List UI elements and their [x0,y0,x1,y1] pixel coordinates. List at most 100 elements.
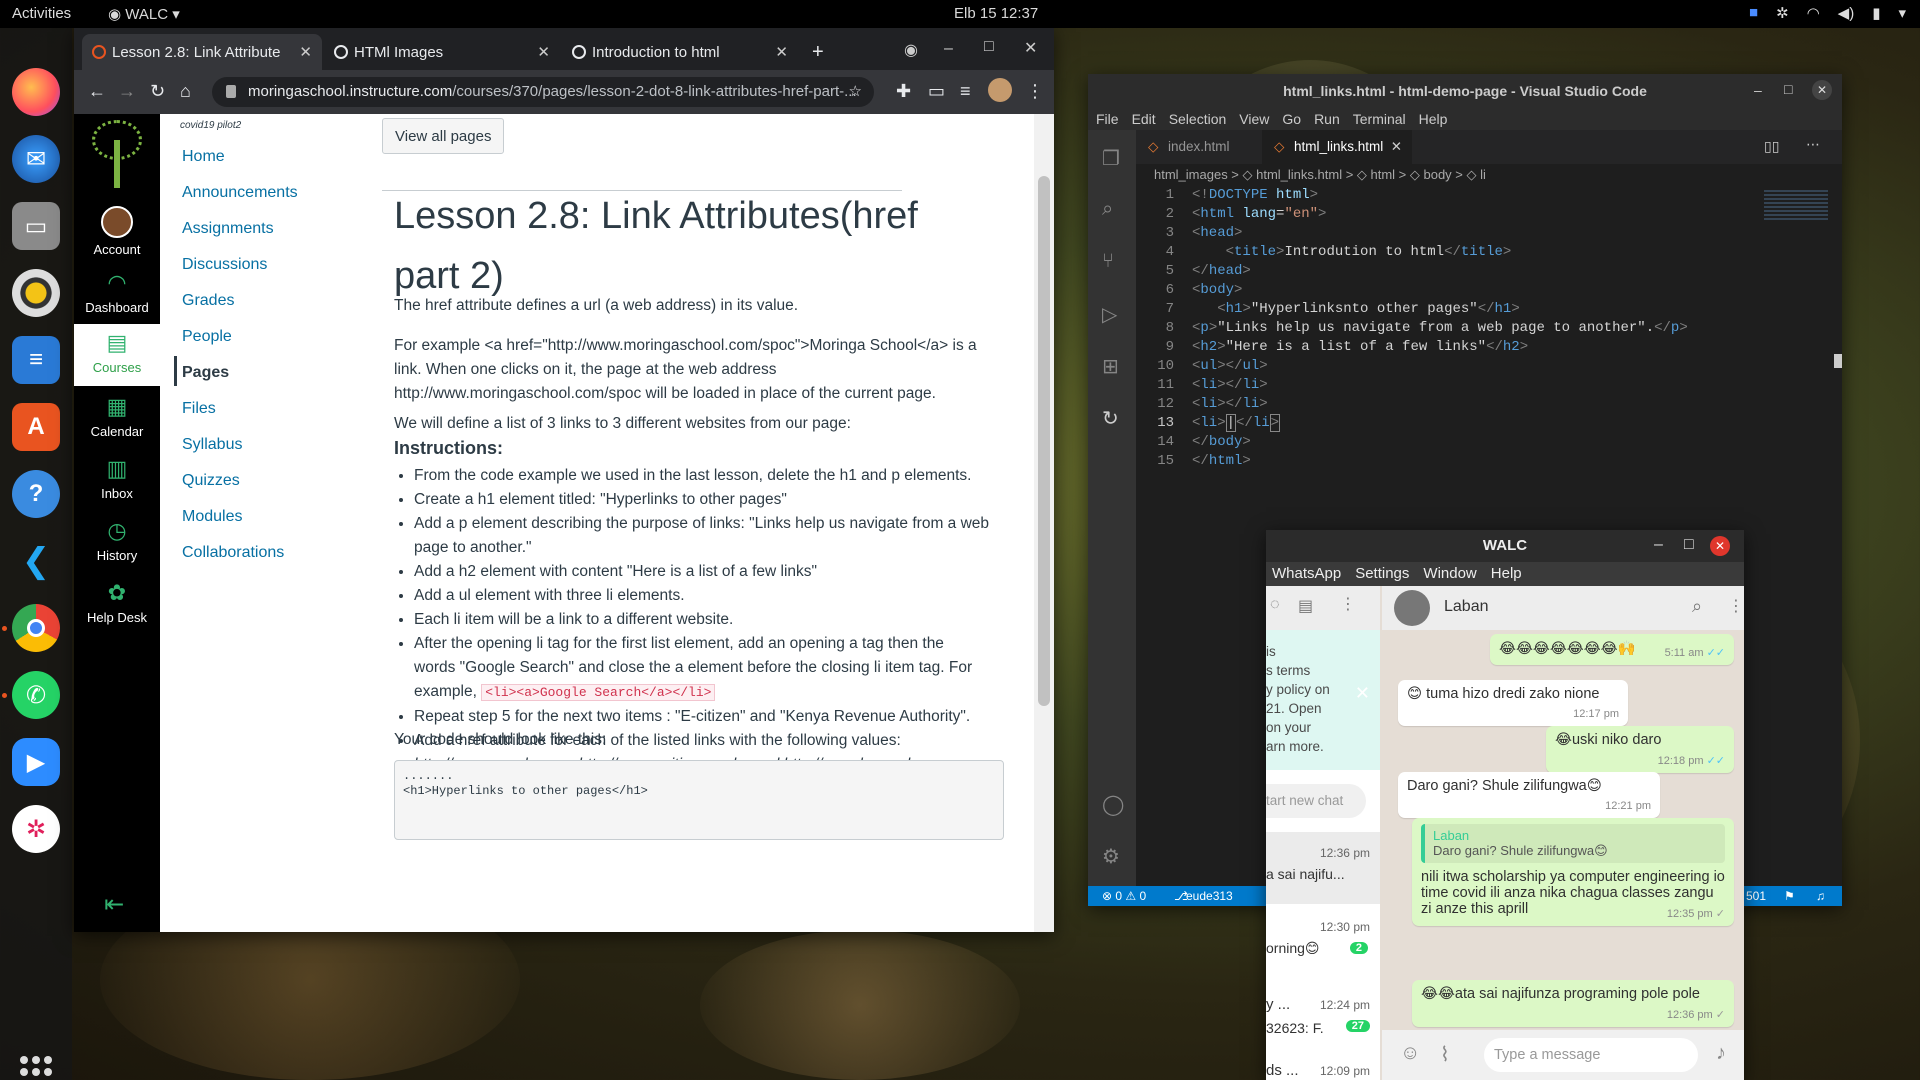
maximize-icon[interactable]: □ [1684,536,1694,554]
contact-avatar[interactable] [1394,590,1430,626]
live-share-icon[interactable]: ↻ [1102,406,1119,431]
course-nav-quizzes[interactable]: Quizzes [182,472,240,490]
whatsapp-dock-icon[interactable]: ✆ [12,671,60,719]
close-tab-icon[interactable]: ✕ [775,43,788,61]
extensions-icon[interactable]: ⊞ [1102,354,1119,379]
privacy-notice[interactable]: is s terms y policy on 21. Open on your … [1266,630,1380,770]
reading-list-icon[interactable]: ≡ [960,81,971,102]
more-actions-icon[interactable]: ⋯ [1806,136,1820,153]
close-tab-icon[interactable]: ✕ [1391,130,1402,164]
forward-icon[interactable]: → [118,81,136,102]
close-window-icon[interactable]: ✕ [1812,80,1832,100]
slack-tray-icon[interactable]: ✲ [1776,4,1789,22]
menu-go[interactable]: Go [1282,108,1301,130]
course-nav-people[interactable]: People [182,328,232,346]
explorer-icon[interactable]: ❐ [1102,146,1120,171]
libreoffice-writer-icon[interactable]: ≡ [12,336,60,384]
close-window-icon[interactable]: ✕ [1024,38,1037,58]
address-bar[interactable]: moringaschool.instructure.com/courses/37… [212,77,874,107]
feedback-icon[interactable]: ⚑ [1784,886,1795,906]
contact-name[interactable]: Laban [1444,598,1489,616]
app-menu[interactable]: ◉ WALC ▾ [108,5,180,23]
chat-list-item[interactable]: 12:30 pm orning😊 2 [1266,908,1380,980]
message-outgoing[interactable]: 😂😂ata sai najifunza programing pole pole… [1412,980,1734,1027]
course-nav-collaborations[interactable]: Collaborations [182,544,284,562]
close-notice-icon[interactable]: ✕ [1355,684,1370,703]
zoom-icon[interactable]: ▶ [12,738,60,786]
minimize-icon[interactable]: – [1654,536,1663,554]
cast-icon[interactable]: ▭ [928,81,945,102]
split-editor-icon[interactable]: ▯▯ [1764,138,1779,155]
wifi-icon[interactable]: ◠ [1807,4,1820,22]
message-input[interactable]: Type a message [1484,1038,1698,1072]
menu-edit[interactable]: Edit [1132,108,1156,130]
nav-courses[interactable]: ▤ Courses [74,324,160,386]
bookmark-star-icon[interactable]: ☆ [849,77,862,107]
home-icon[interactable]: ⌂ [180,81,191,102]
microphone-icon[interactable]: ♪ [1716,1042,1726,1065]
activities-button[interactable]: Activities [12,5,71,22]
menu-icon[interactable]: ⋮ [1340,594,1356,614]
files-icon[interactable]: ▭ [12,202,60,250]
attach-icon[interactable]: ⌇ [1440,1042,1450,1067]
thunderbird-icon[interactable]: ✉ [12,135,60,183]
menu-window[interactable]: Window [1423,562,1476,586]
minimize-icon[interactable]: – [1754,82,1762,98]
search-icon[interactable]: ⌕ [1102,198,1113,221]
back-icon[interactable]: ← [88,81,106,102]
volume-icon[interactable]: ◀) [1838,4,1855,22]
close-tab-icon[interactable]: ✕ [299,43,312,61]
nav-history[interactable]: ◷ History [74,518,160,563]
nav-help-desk[interactable]: ✿ Help Desk [74,580,160,625]
menu-terminal[interactable]: Terminal [1353,108,1406,130]
nav-dashboard[interactable]: ◠ Dashboard [74,270,160,315]
minimap[interactable] [1764,190,1828,220]
menu-help[interactable]: Help [1491,562,1522,586]
course-nav-pages[interactable]: Pages [182,364,229,382]
menu-settings[interactable]: Settings [1355,562,1409,586]
course-nav-grades[interactable]: Grades [182,292,234,310]
course-nav-discussions[interactable]: Discussions [182,256,267,274]
new-chat-icon[interactable]: ▤ [1298,596,1313,616]
menu-help[interactable]: Help [1419,108,1448,130]
course-nav-announcements[interactable]: Announcements [182,184,298,202]
tab-lesson-2-8[interactable]: Lesson 2.8: Link Attribute ✕ [82,34,322,70]
message-incoming[interactable]: Daro gani? Shule zilifungwa😊 12:21 pm [1398,772,1660,818]
chat-list-item[interactable]: y ... 12:24 pm 32623: F. 27 [1266,984,1380,1056]
status-icon[interactable]: ◌ [1270,596,1280,614]
chrome-menu-icon[interactable]: ⋮ [1026,81,1044,102]
slack-icon[interactable]: ✲ [12,805,60,853]
view-all-pages-button[interactable]: View all pages [382,118,505,154]
help-icon[interactable]: ? [12,470,60,518]
source-control-icon[interactable]: ⑂ [1102,250,1114,273]
message-incoming[interactable]: 😊 tuma hizo dredi zako nione 12:17 pm [1398,680,1628,726]
notifications-bell-icon[interactable]: ♫ [1816,886,1825,906]
close-window-icon[interactable]: ✕ [1710,536,1730,556]
message-outgoing-reply[interactable]: Laban Daro gani? Shule zilifungwa😊 nili … [1412,818,1734,926]
message-outgoing[interactable]: 😂😂😂😂😂😂😂🙌 5:11 am ✓✓ [1490,634,1734,665]
rhythmbox-icon[interactable] [12,269,60,317]
battery-icon[interactable]: ▮ [1872,4,1880,22]
chat-list-item[interactable]: 12:36 pm a sai najifu... [1266,832,1380,904]
tab-html-images[interactable]: HTMl Images ✕ [324,34,560,70]
system-tray[interactable]: ■ ✲ ◠ ◀) ▮ ▾ [1749,4,1906,22]
course-nav-syllabus[interactable]: Syllabus [182,436,242,454]
minimize-icon[interactable]: – [944,40,953,58]
software-center-icon[interactable]: A [12,403,60,451]
menu-whatsapp[interactable]: WhatsApp [1272,562,1341,586]
course-nav-modules[interactable]: Modules [182,508,242,526]
power-menu-icon[interactable]: ▾ [1898,4,1906,22]
zoom-tray-icon[interactable]: ■ [1749,4,1758,22]
accounts-icon[interactable]: ◯ [1102,792,1124,817]
course-nav-files[interactable]: Files [182,400,216,418]
maximize-icon[interactable]: □ [1784,81,1792,97]
menu-selection[interactable]: Selection [1169,108,1227,130]
extensions-icon[interactable]: ✚ [896,81,911,102]
close-tab-icon[interactable]: ✕ [537,43,550,61]
page-scrollbar[interactable] [1034,114,1054,932]
message-outgoing[interactable]: 😂uski niko daro 12:18 pm ✓✓ [1546,726,1734,773]
clock[interactable]: Elb 15 12:37 [954,5,1038,22]
maximize-icon[interactable]: □ [984,38,994,56]
nav-calendar[interactable]: ▦ Calendar [74,394,160,439]
settings-gear-icon[interactable]: ⚙ [1102,844,1120,869]
